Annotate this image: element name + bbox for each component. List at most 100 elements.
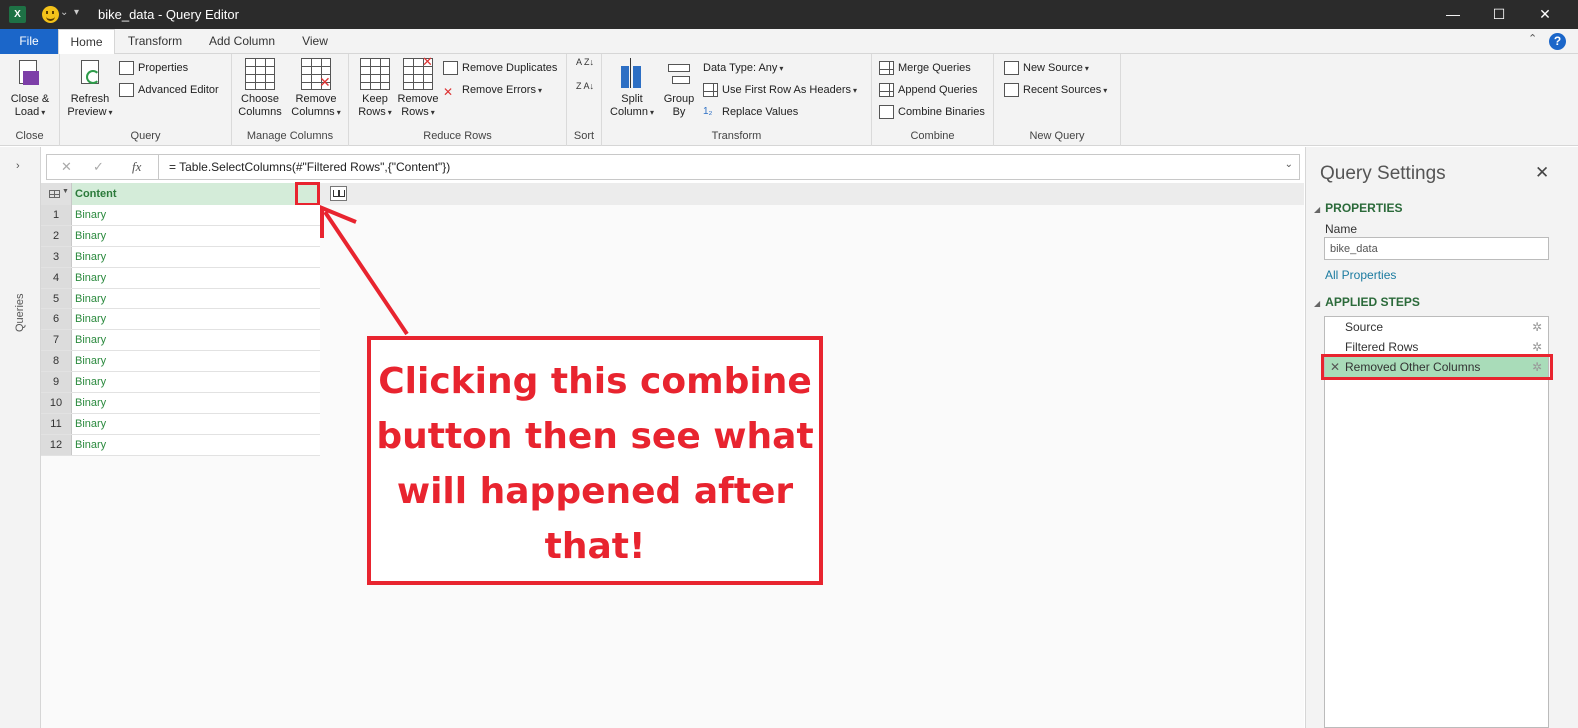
combine-files-button[interactable]	[330, 186, 347, 201]
row-number[interactable]: 10	[41, 393, 72, 413]
row-number[interactable]: 2	[41, 225, 72, 246]
table-row[interactable]: 10 Binary	[41, 393, 320, 414]
merge-queries-button[interactable]: Merge Queries	[879, 58, 971, 78]
merge-queries-icon	[879, 61, 894, 75]
step-source[interactable]: Source ✲	[1325, 317, 1548, 337]
table-row[interactable]: 2 Binary	[41, 225, 320, 247]
binary-cell[interactable]: Binary	[75, 418, 106, 430]
quick-access-dropdown-icon[interactable]: ▾	[74, 7, 79, 18]
binary-cell[interactable]: Binary	[75, 355, 106, 367]
table-row[interactable]: 8 Binary	[41, 351, 320, 373]
row-number[interactable]: 4	[41, 267, 72, 288]
table-row[interactable]: 1 Binary	[41, 205, 320, 226]
data-type-dropdown[interactable]: Data Type: Any ▾	[703, 58, 783, 78]
remove-rows-button[interactable]: ✕ Remove Rows ▾	[396, 55, 440, 119]
row-number[interactable]: 1	[41, 205, 72, 225]
properties-section-header[interactable]: ◢ PROPERTIES	[1314, 201, 1403, 215]
row-number[interactable]: 3	[41, 246, 72, 267]
group-by-icon	[664, 58, 694, 90]
feedback-smiley-icon[interactable]	[42, 6, 59, 23]
table-row[interactable]: 9 Binary	[41, 372, 320, 394]
row-number[interactable]: 8	[41, 351, 72, 372]
grid-header: ▼ Content	[41, 182, 1304, 206]
tab-home[interactable]: Home	[58, 29, 115, 55]
commit-formula-icon[interactable]: ✓	[93, 159, 104, 175]
table-row[interactable]: 5 Binary	[41, 288, 320, 310]
close-query-settings-icon[interactable]: ✕	[1535, 163, 1549, 183]
close-load-button[interactable]: Close & Load ▾	[6, 58, 54, 119]
row-number[interactable]: 12	[41, 434, 72, 455]
new-source-button[interactable]: New Source ▾	[1004, 58, 1089, 78]
fx-icon[interactable]: fx	[132, 159, 141, 175]
cancel-formula-icon[interactable]: ✕	[61, 159, 72, 175]
row-number[interactable]: 11	[41, 413, 72, 434]
binary-cell[interactable]: Binary	[75, 439, 106, 451]
gear-icon[interactable]: ✲	[1532, 317, 1542, 337]
row-number[interactable]: 5	[41, 288, 72, 309]
formula-input[interactable]: = Table.SelectColumns(#"Filtered Rows",{…	[169, 160, 450, 174]
binary-cell[interactable]: Binary	[75, 313, 106, 325]
remove-errors-button[interactable]: ✕ Remove Errors ▾	[443, 80, 542, 100]
tab-file[interactable]: File	[0, 29, 58, 54]
annotation-callout: Clicking this combine button then see wh…	[367, 336, 823, 585]
combine-binaries-button[interactable]: Combine Binaries	[879, 102, 985, 122]
remove-columns-button[interactable]: ✕ Remove Columns ▾	[288, 58, 344, 119]
use-first-row-as-headers-button[interactable]: Use First Row As Headers ▾	[703, 80, 857, 100]
table-menu-button[interactable]: ▼	[41, 183, 72, 205]
recent-sources-button[interactable]: Recent Sources ▾	[1004, 80, 1107, 100]
tab-add-column[interactable]: Add Column	[200, 29, 284, 54]
ribbon-group-transform: Split Column ▾ Group By Data Type: Any ▾ U…	[602, 54, 872, 146]
all-properties-link[interactable]: All Properties	[1325, 268, 1396, 282]
queries-pane-label[interactable]: Queries	[14, 293, 26, 332]
advanced-editor-button[interactable]: Advanced Editor	[119, 80, 219, 100]
expand-queries-icon[interactable]: ›	[16, 160, 20, 172]
table-row[interactable]: 6 Binary	[41, 309, 320, 331]
row-number[interactable]: 9	[41, 372, 72, 393]
split-column-button[interactable]: Split Column ▾	[606, 58, 658, 119]
row-number[interactable]: 6	[41, 309, 72, 330]
group-label-sort: Sort	[573, 130, 595, 142]
smiley-dropdown-icon[interactable]: ⌄	[60, 7, 68, 18]
close-window-button[interactable]: ✕	[1522, 0, 1568, 29]
maximize-button[interactable]: ☐	[1476, 0, 1522, 29]
applied-steps-section-header[interactable]: ◢ APPLIED STEPS	[1314, 295, 1420, 309]
row-number[interactable]: 7	[41, 330, 72, 351]
expand-formula-icon[interactable]: ⌄	[1285, 159, 1293, 170]
replace-values-button[interactable]: 1₂ Replace Values	[703, 102, 798, 122]
column-header-content[interactable]: Content	[72, 183, 347, 205]
binary-cell[interactable]: Binary	[75, 293, 106, 305]
remove-duplicates-button[interactable]: Remove Duplicates	[443, 58, 557, 78]
properties-button[interactable]: Properties	[119, 58, 188, 78]
ribbon-group-sort: A Z↓ Z A↓ Sort	[567, 54, 602, 146]
group-label-query: Query	[130, 130, 161, 142]
binary-cell[interactable]: Binary	[75, 272, 106, 284]
binary-cell[interactable]: Binary	[75, 209, 106, 221]
binary-cell[interactable]: Binary	[75, 251, 106, 263]
refresh-preview-button[interactable]: Refresh Preview ▾	[66, 58, 114, 119]
tab-transform[interactable]: Transform	[120, 29, 190, 54]
advanced-editor-icon	[119, 83, 134, 97]
keep-rows-button[interactable]: Keep Rows ▾	[353, 58, 397, 119]
query-name-input[interactable]	[1324, 237, 1549, 260]
sort-ascending-button[interactable]: A Z↓	[576, 58, 594, 78]
binary-cell[interactable]: Binary	[75, 334, 106, 346]
group-by-button[interactable]: Group By	[660, 58, 698, 119]
sort-descending-button[interactable]: Z A↓	[576, 82, 594, 102]
binary-cell[interactable]: Binary	[75, 230, 106, 242]
table-row[interactable]: 11 Binary	[41, 413, 320, 435]
help-icon[interactable]: ?	[1549, 33, 1566, 50]
table-row[interactable]: 12 Binary	[41, 434, 320, 456]
tab-view[interactable]: View	[292, 29, 338, 54]
table-row[interactable]: 3 Binary	[41, 246, 320, 268]
table-row[interactable]: 7 Binary	[41, 330, 320, 352]
remove-rows-icon: ✕	[403, 55, 433, 90]
collapse-ribbon-icon[interactable]: ⌃	[1528, 32, 1537, 45]
minimize-button[interactable]: —	[1430, 0, 1476, 29]
refresh-icon	[75, 58, 105, 90]
binary-cell[interactable]: Binary	[75, 397, 106, 409]
binary-cell[interactable]: Binary	[75, 376, 106, 388]
table-row[interactable]: 4 Binary	[41, 267, 320, 289]
recent-sources-icon	[1004, 83, 1019, 97]
choose-columns-button[interactable]: Choose Columns	[236, 58, 284, 119]
append-queries-button[interactable]: Append Queries	[879, 80, 978, 100]
